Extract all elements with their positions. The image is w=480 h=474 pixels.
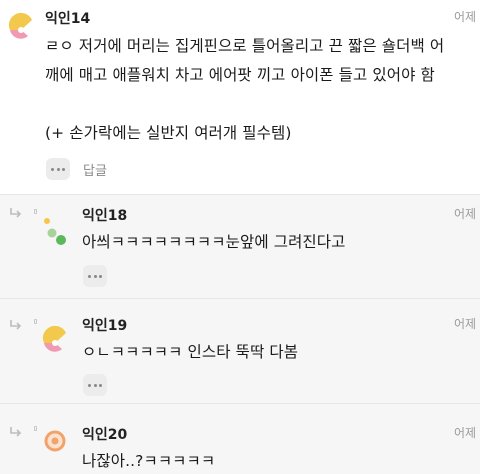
nickname[interactable]: 익인18 (82, 205, 127, 225)
timestamp: 어제 (454, 10, 477, 24)
avatar-yellow-pink-icon (40, 325, 70, 355)
reply-text: 아씌ㅋㅋㅋㅋㅋㅋㅋㅋ눈앞에 그려진다고 (82, 233, 346, 251)
more-options-button[interactable] (83, 374, 107, 396)
reply-text: 나잖아..?ㅋㅋㅋㅋㅋ (82, 452, 216, 470)
timestamp: 어제 (454, 207, 477, 221)
reply-18: 익인18 어제 아씌ㅋㅋㅋㅋㅋㅋㅋㅋ눈앞에 그려진다고 (0, 195, 480, 298)
comment-text: ㄹㅇ 저거에 머리는 집게핀으로 틀어올리고 끈 짧은 숄더백 어 깨에 매고 … (45, 37, 445, 142)
more-options-button[interactable] (83, 265, 107, 287)
reply-arrow-icon (9, 426, 23, 438)
more-options-button[interactable] (46, 158, 70, 180)
timestamp: 어제 (454, 317, 477, 331)
status-marker (34, 426, 37, 431)
reply-text: ㅇㄴㅋㅋㅋㅋㅋ 인스타 뚝딱 다봄 (82, 343, 299, 361)
nickname[interactable]: 익인14 (45, 8, 90, 28)
reply-arrow-icon (9, 319, 23, 331)
reply-arrow-icon (9, 207, 23, 219)
avatar-green-dots-icon (40, 215, 70, 245)
status-marker (34, 319, 37, 324)
reply-19: 익인19 어제 ㅇㄴㅋㅋㅋㅋㅋ 인스타 뚝딱 다봄 (0, 299, 480, 403)
nickname[interactable]: 익인19 (82, 315, 127, 335)
reply-button[interactable]: 답글 (83, 160, 107, 179)
status-marker (34, 209, 37, 214)
nickname[interactable]: 익인20 (82, 424, 127, 444)
timestamp: 어제 (454, 426, 477, 440)
avatar-orange-ring-icon (40, 426, 70, 456)
comment-14: 익인14 어제 ㄹㅇ 저거에 머리는 집게핀으로 틀어올리고 끈 짧은 숄더백 … (0, 0, 480, 194)
reply-20: 익인20 어제 나잖아..?ㅋㅋㅋㅋㅋ (0, 404, 480, 474)
avatar-yellow-pink-icon (6, 12, 36, 42)
